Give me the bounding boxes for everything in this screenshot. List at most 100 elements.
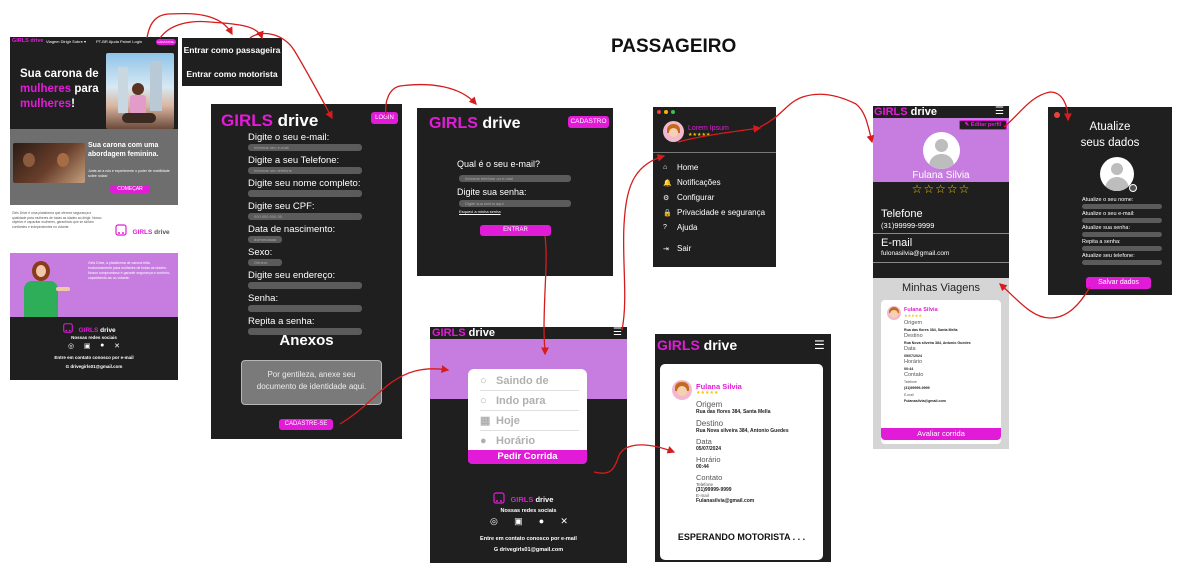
window-dots (657, 110, 675, 114)
avatar[interactable] (663, 121, 684, 142)
signup-field-input[interactable]: dd/mm/aaaa (248, 236, 282, 243)
cadastro-button[interactable]: CADASTRO (568, 116, 609, 128)
nav-links[interactable]: Viagem Dirigir Sobre ▾ (46, 39, 86, 45)
nav-right-links[interactable]: PT-BR Ajuda Painel Login (96, 39, 142, 45)
waiting-brand: GIRLS drive (657, 337, 738, 353)
ride-field[interactable]: ● Horário (480, 431, 579, 451)
forgot-password-link[interactable]: Esqueci a minha senha (459, 209, 501, 214)
menu-item[interactable]: ⌂ Home (663, 160, 773, 175)
update-field-label: Repita a senha: (1082, 239, 1121, 245)
instagram-icon[interactable]: ◎ (68, 342, 74, 350)
promo-text: Girls Drive, a plataforma de carona feit… (88, 261, 171, 280)
women-photo (13, 143, 85, 183)
signup-field-label: Sexo: (248, 247, 273, 258)
signup-field-row: Digite o seu e-mail: Informar seu e-mail (248, 132, 398, 151)
google-icon: G (493, 547, 499, 553)
document-upload-box[interactable]: Por gentileza, anexe seu documento de id… (241, 360, 382, 405)
hero-word-mulheres2: mulheres (20, 98, 72, 110)
login-email-input[interactable]: Informar telefone ou e-mail (459, 175, 571, 182)
signup-field-row: Digite a seu Telefone: Informar seu telef… (248, 155, 398, 174)
x-icon[interactable]: ✕ (114, 342, 120, 350)
facebook-icon[interactable]: ● (100, 342, 104, 350)
login-brand: GIRLS drive (429, 115, 521, 132)
linkedin-icon[interactable]: ▣ (514, 516, 523, 527)
signup-field-input[interactable]: Informar seu telefone (248, 167, 362, 174)
signup-field-input[interactable]: 000.000.000-00 (248, 213, 362, 220)
signup-field-input[interactable] (248, 282, 362, 289)
nav-signup-button[interactable]: CADASTRE-SE (156, 39, 176, 50)
signup-field-input[interactable]: Gênero (248, 259, 282, 266)
profile-avatar[interactable] (923, 132, 960, 169)
landing-about: Girls Drive é uma plataforma que oferece… (10, 205, 178, 253)
ride-brand: GIRLS drive (432, 327, 495, 339)
menu-item[interactable]: ⚙ Configurar (663, 190, 773, 205)
login-button[interactable]: LOGIN (371, 112, 398, 124)
update-field-input[interactable] (1082, 246, 1162, 251)
menu-item[interactable]: 🔒 Privacidade e segurança (663, 205, 773, 220)
update-field-input[interactable] (1082, 218, 1162, 223)
update-field-label: Atualize seu telefone: (1082, 253, 1135, 259)
ride-fields: ○ Saindo de ○ Indo para ▦ Hoje ● Horário (468, 369, 587, 451)
menu-item[interactable]: 🔔 Notificações (663, 175, 773, 190)
footer-social-icons: ◎ ▣ ● ✕ (68, 342, 120, 350)
ride-field[interactable]: ○ Saindo de (480, 371, 579, 391)
start-button[interactable]: COMEÇAR (110, 185, 150, 193)
hamburger-icon[interactable]: ☰ (814, 339, 825, 351)
signup-field-label: Digite seu CPF: (248, 201, 315, 212)
driver-button[interactable]: Entrar como motorista (182, 62, 282, 86)
destination-icon: ○ (480, 394, 487, 407)
about-text: Girls Drive é uma plataforma que oferece… (12, 211, 102, 229)
trips-section: Minhas Viagens Fulana Silvia ★★★★★ Orige… (873, 278, 1009, 449)
anexos-title: Anexos (279, 332, 334, 349)
x-icon[interactable]: ✕ (560, 516, 568, 527)
waiting-details: Origem Rua das flores 384, Santa Mella D… (696, 400, 789, 504)
save-data-button[interactable]: Salvar dados (1086, 277, 1151, 289)
trip-card[interactable]: Fulana Silvia ★★★★★ Origem Rua das flore… (881, 300, 1001, 444)
email-label: E-mail (881, 237, 913, 249)
document-upload-text: Por gentileza, anexe seu documento de id… (256, 370, 367, 391)
signup-field-input[interactable]: Informar seu e-mail (248, 144, 362, 151)
landing-section-2: Sua carona com uma abordagem feminina. J… (10, 129, 178, 205)
login-page: GIRLS drive CADASTRO Qual é o seu e-mail… (417, 108, 613, 276)
nav-brand[interactable]: GIRLS drive (12, 38, 43, 44)
login-password-input[interactable]: Digite sua senha aqui (459, 200, 571, 207)
linkedin-icon[interactable]: ▣ (84, 342, 91, 350)
bell-icon: 🔔 (663, 179, 672, 187)
signup-submit-button[interactable]: CADASTRE-SE (279, 419, 333, 430)
hero-word-para: para (71, 83, 99, 95)
footer-email[interactable]: G drivegirls01@gmail.com (10, 364, 178, 369)
enter-button[interactable]: ENTRAR (480, 225, 551, 236)
close-dot-icon[interactable] (1054, 112, 1060, 118)
edit-profile-button[interactable]: ✎ Editar perfil (959, 120, 1007, 130)
ride-field-label: Horário (496, 434, 536, 447)
ride-field[interactable]: ○ Indo para (480, 391, 579, 411)
footer-social-label: Nossas redes sociais (71, 335, 117, 340)
facebook-icon[interactable]: ● (539, 516, 544, 527)
trip-avatar (887, 306, 901, 320)
woman-pointing-photo (16, 257, 70, 317)
rate-ride-button[interactable]: Avaliar corrida (881, 428, 1001, 440)
ride-field[interactable]: ▦ Hoje (480, 411, 579, 431)
update-camera-icon[interactable] (1129, 184, 1137, 192)
footer-contact: Entre em contato conosco por e-mail (54, 355, 134, 360)
request-ride-button[interactable]: Pedir Corrida (468, 450, 587, 464)
hamburger-icon[interactable]: ☰ (613, 328, 622, 338)
update-field-input[interactable] (1082, 260, 1162, 265)
signup-field-input[interactable] (248, 190, 362, 197)
instagram-icon[interactable]: ◎ (490, 516, 498, 527)
section2-title: Sua carona com uma abordagem feminina. (88, 141, 176, 159)
red-dot-icon (657, 110, 661, 114)
update-field-label: Atualize o seu e-mail: (1082, 211, 1135, 217)
hamburger-icon[interactable]: ☰ (995, 106, 1004, 118)
ride-footer: GIRLS drive Nossas redes sociais ◎ ▣ ● ✕ En… (430, 481, 627, 563)
menu-item[interactable]: ⇥ Sair (663, 241, 773, 256)
waiting-rating: ★★★★★ (696, 390, 719, 396)
update-field-input[interactable] (1082, 232, 1162, 237)
signup-field-input[interactable] (248, 305, 362, 312)
menu-item-label: Privacidade e segurança (677, 208, 766, 217)
profile-brand: GIRLS drive (874, 106, 937, 118)
ride-footer-email[interactable]: G drivegirls01@gmail.com (430, 547, 627, 553)
passenger-button[interactable]: Entrar como passageira (182, 38, 282, 62)
menu-item[interactable]: ? Ajuda (663, 220, 773, 235)
update-field-input[interactable] (1082, 204, 1162, 209)
